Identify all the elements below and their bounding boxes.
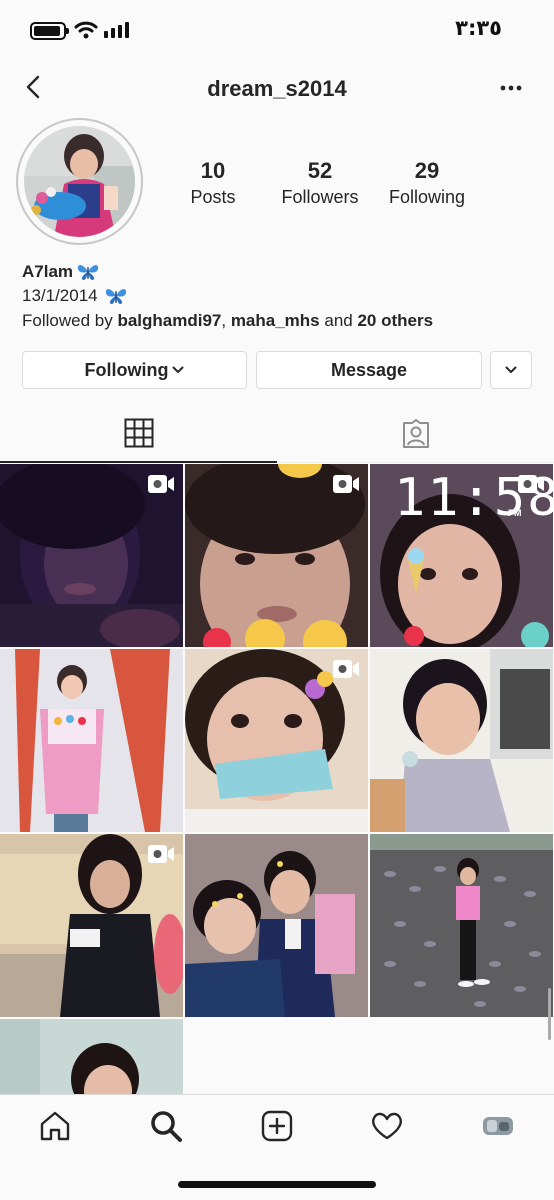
video-indicator-icon — [148, 845, 174, 863]
following-stat[interactable]: 29 Following — [372, 158, 482, 208]
posts-stat[interactable]: 10 Posts — [158, 158, 268, 208]
following-button[interactable]: Following — [22, 351, 247, 389]
post-thumbnail[interactable] — [0, 649, 183, 832]
grid-icon — [124, 418, 153, 448]
suggested-accounts-button[interactable] — [490, 351, 532, 389]
post-photo — [370, 834, 553, 1017]
chevron-down-icon — [172, 366, 184, 373]
posts-label: Posts — [190, 187, 236, 207]
scrollbar[interactable] — [548, 988, 551, 1040]
post-photo — [185, 834, 368, 1017]
post-thumbnail[interactable] — [0, 1019, 183, 1094]
mutual-follower-2[interactable]: maha_mhs — [231, 311, 320, 330]
post-photo — [0, 649, 183, 832]
bio-date: 13/1/2014 — [22, 286, 98, 305]
posts-count: 10 — [200, 158, 226, 183]
video-indicator-icon — [333, 660, 359, 678]
avatar-photo — [24, 126, 135, 237]
profile-header: dream_s2014 — [0, 60, 554, 118]
post-thumbnail[interactable] — [185, 649, 368, 832]
mutual-follower-1[interactable]: balghamdi97 — [117, 311, 221, 330]
post-thumbnail[interactable] — [185, 834, 368, 1017]
bio-text: 13/1/2014 — [22, 286, 128, 306]
status-bar: ٣:٣٥ — [0, 0, 554, 60]
post-thumbnail[interactable]: 11:58 PM — [370, 464, 553, 647]
home-icon — [40, 1111, 70, 1141]
post-thumbnail[interactable] — [185, 464, 368, 647]
butterfly-emoji-icon — [77, 265, 99, 281]
butterfly-emoji-icon — [105, 289, 126, 305]
cellular-signal-icon — [104, 22, 129, 38]
followers-stat[interactable]: 52 Followers — [265, 158, 375, 208]
post-thumbnail[interactable] — [0, 834, 183, 1017]
chevron-down-icon — [505, 366, 517, 373]
followed-by-text[interactable]: Followed by balghamdi97, maha_mhs and 20… — [22, 311, 433, 331]
following-button-label: Following — [84, 359, 169, 380]
followed-by-prefix: Followed by — [22, 311, 118, 330]
avatar[interactable] — [16, 118, 143, 245]
wifi-icon — [74, 21, 98, 39]
post-thumbnail[interactable] — [0, 464, 183, 647]
more-options-icon[interactable] — [496, 78, 526, 98]
video-indicator-icon — [518, 475, 544, 493]
followers-count: 52 — [307, 158, 333, 183]
message-button-label: Message — [330, 359, 408, 380]
tagged-icon — [402, 418, 429, 448]
search-icon — [151, 1111, 182, 1142]
page-title: dream_s2014 — [207, 76, 347, 101]
home-indicator — [178, 1181, 376, 1188]
activity-icon — [372, 1112, 402, 1140]
post-thumbnail[interactable] — [370, 649, 553, 832]
followers-label: Followers — [281, 187, 359, 207]
nav-activity[interactable] — [367, 1109, 407, 1143]
post-photo — [0, 1019, 183, 1094]
message-button[interactable]: Message — [256, 351, 482, 389]
nav-profile[interactable] — [478, 1109, 518, 1143]
nav-home[interactable] — [35, 1109, 75, 1143]
video-indicator-icon — [333, 475, 359, 493]
new-post-icon — [261, 1110, 293, 1142]
status-time: ٣:٣٥ — [455, 16, 502, 40]
following-label: Following — [388, 187, 466, 207]
post-overlay-clock-suffix: PM — [508, 508, 522, 518]
following-count: 29 — [414, 158, 440, 183]
tab-posts-grid[interactable] — [0, 405, 277, 463]
tab-tagged[interactable] — [277, 405, 554, 463]
profile-icon — [483, 1117, 513, 1135]
profile-tabs — [0, 405, 554, 463]
profile-name-text: A7lam — [22, 262, 74, 281]
nav-new-post[interactable] — [257, 1109, 297, 1143]
nav-search[interactable] — [146, 1109, 186, 1143]
video-indicator-icon — [148, 475, 174, 493]
mutual-followers-others[interactable]: 20 others — [357, 311, 433, 330]
post-thumbnail[interactable] — [370, 834, 553, 1017]
battery-icon — [30, 22, 69, 40]
followed-by-and: and — [319, 311, 358, 330]
profile-name: A7lam — [22, 262, 100, 282]
post-photo — [370, 649, 553, 832]
followed-by-separator: , — [221, 311, 231, 330]
